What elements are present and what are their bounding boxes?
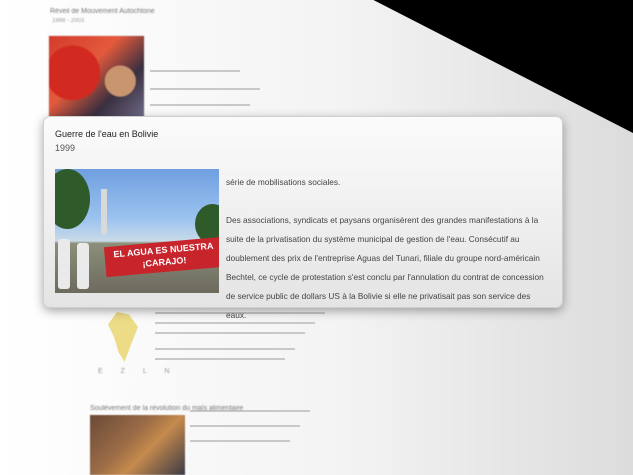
bg-entry-title: Réveil de Mouvement Autochtone <box>50 8 155 15</box>
popup-photo: EL AGUA ES NUESTRA ¡CARAJO! <box>55 169 219 293</box>
bg-entry-title-2: Soulèvement de la révolution du maïs ali… <box>90 405 244 412</box>
popup-description: série de mobilisations sociales. Des ass… <box>226 173 552 325</box>
photo-tower <box>101 189 107 234</box>
bg-entry-photo[interactable] <box>48 35 145 119</box>
bg-entry-photo-2[interactable] <box>90 415 185 475</box>
popup-title: Guerre de l'eau en Bolivie <box>55 129 159 139</box>
bg-text-line <box>190 440 290 442</box>
popup-year: 1999 <box>55 143 76 153</box>
bg-text-line <box>155 348 295 350</box>
photo-banner: EL AGUA ES NUESTRA ¡CARAJO! <box>103 236 219 278</box>
bg-logo-letters: E Z L N <box>98 368 178 375</box>
popup-lead: série de mobilisations sociales. <box>226 177 341 187</box>
bg-text-line <box>155 358 285 360</box>
photo-person <box>77 243 89 289</box>
photo-person <box>58 239 70 289</box>
photo-tree <box>55 169 90 229</box>
bg-text-line <box>155 332 305 334</box>
bg-entry-year: 1998 - 2003 <box>52 18 85 24</box>
bg-text-line <box>150 104 250 106</box>
bg-text-line <box>150 88 260 90</box>
event-popup[interactable]: Guerre de l'eau en Bolivie 1999 EL AGUA … <box>43 116 563 320</box>
popup-body: Des associations, syndicats et paysans o… <box>226 215 544 320</box>
bg-text-line <box>150 70 240 72</box>
bg-text-line <box>190 425 300 427</box>
